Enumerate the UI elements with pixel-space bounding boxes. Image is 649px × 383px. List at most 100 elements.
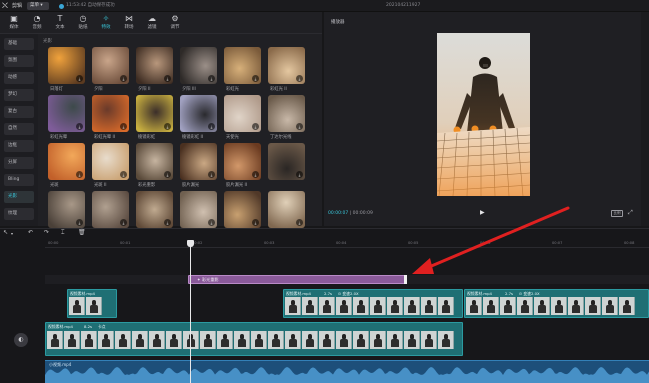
playhead-handle[interactable] — [187, 240, 194, 247]
effect-thumbnail[interactable]: ⤓ — [180, 191, 217, 228]
effect-thumbnail-label: 棱镜彩虹 — [138, 135, 156, 140]
playhead[interactable] — [190, 240, 191, 383]
effect-thumbnail[interactable]: ⤓ — [180, 47, 217, 84]
sidebar-item[interactable]: 基础 — [4, 38, 34, 50]
download-icon[interactable]: ⤓ — [296, 219, 303, 226]
effect-thumbnail[interactable]: ⤓ — [136, 191, 173, 228]
effect-thumbnail[interactable]: ⤓ — [136, 95, 173, 132]
sidebar-item[interactable]: 光影 — [4, 191, 34, 203]
download-icon[interactable]: ⤓ — [252, 219, 259, 226]
download-icon[interactable]: ⤓ — [76, 219, 83, 226]
effect-thumbnail[interactable]: ⤓ — [92, 47, 129, 84]
sidebar-item[interactable]: 氛围 — [4, 55, 34, 67]
effect-thumbnail[interactable]: ⤓ — [92, 191, 129, 228]
effect-thumbnail[interactable]: ⤓ — [268, 95, 305, 132]
download-icon[interactable]: ⤓ — [296, 123, 303, 130]
download-icon[interactable]: ⤓ — [164, 75, 171, 82]
download-icon[interactable]: ⤓ — [120, 123, 127, 130]
effect-thumbnail[interactable]: ⤓ — [92, 143, 129, 180]
effect-thumbnail[interactable]: ⤓ — [268, 47, 305, 84]
ruler-tick-label: 00:04 — [336, 241, 347, 245]
split-icon[interactable]: ⌶ — [61, 229, 65, 237]
grid-section-title: 光影 — [43, 39, 52, 44]
effect-thumbnail[interactable]: ⤓ — [136, 143, 173, 180]
effect-thumbnail[interactable]: ⤓ — [48, 47, 85, 84]
download-icon[interactable]: ⤓ — [120, 219, 127, 226]
select-tool-icon[interactable]: ↖ — [3, 229, 8, 236]
effect-thumbnail[interactable]: ⤓ — [136, 47, 173, 84]
tab-adjust[interactable]: ⚙ 调节 — [164, 14, 186, 30]
tab-transition[interactable]: ⋈ 转场 — [118, 14, 140, 30]
menu-button[interactable]: 菜单 ▾ — [27, 2, 49, 10]
clip-frame-thumbnail — [602, 297, 618, 315]
tab-audio[interactable]: ◔ 音频 — [26, 14, 48, 30]
effect-thumbnail[interactable]: ⤓ — [224, 191, 261, 228]
download-icon[interactable]: ⤓ — [252, 171, 259, 178]
sidebar-item[interactable]: 自然 — [4, 123, 34, 135]
clip-frame-thumbnail — [98, 331, 114, 349]
undo-icon[interactable]: ↶ — [28, 229, 33, 236]
overlay-clip-2[interactable]: 视频素材.mp4 2.7s ⊙ 变速2.0X — [283, 289, 463, 318]
effect-thumbnail[interactable]: ⤓ — [224, 143, 261, 180]
effect-thumbnail-label: 胶片漏光 — [182, 183, 200, 188]
fullscreen-icon[interactable]: ⤢ — [628, 209, 633, 217]
main-video-clip[interactable]: 视频素材.mp4 8.2s 卡点 — [45, 322, 463, 356]
effect-clip[interactable]: ✦ 彩光重影 — [188, 275, 407, 284]
cover-button[interactable]: ◐ — [14, 333, 28, 347]
save-status-icon — [59, 3, 64, 9]
overlay-clip-3[interactable]: 视频素材.mp4 2.7s ⊙ 变速2.0X — [464, 289, 649, 318]
effect-thumbnail[interactable]: ⤓ — [48, 191, 85, 228]
tab-filter[interactable]: ☁ 滤镜 — [141, 14, 163, 30]
effect-thumbnail[interactable]: ⤓ — [268, 143, 305, 180]
tab-text[interactable]: T 文本 — [49, 14, 71, 30]
clip-frame-thumbnail — [585, 297, 601, 315]
download-icon[interactable]: ⤓ — [208, 171, 215, 178]
clip-frame-thumbnail — [421, 331, 437, 349]
delete-icon[interactable]: 🗑 — [78, 229, 86, 236]
effect-thumbnail-label: 光斑 — [50, 183, 59, 188]
download-icon[interactable]: ⤓ — [252, 123, 259, 130]
download-icon[interactable]: ⤓ — [208, 75, 215, 82]
sidebar-item[interactable]: 动感 — [4, 72, 34, 84]
overlay-clip-1[interactable]: 视频素材.mp4 — [67, 289, 117, 318]
redo-icon[interactable]: ↷ — [44, 229, 49, 236]
effect-thumbnail[interactable]: ⤓ — [180, 143, 217, 180]
clip-frame-thumbnail — [466, 297, 482, 315]
audio-clip[interactable] — [45, 360, 649, 383]
download-icon[interactable]: ⤓ — [76, 75, 83, 82]
clip-frame-thumbnail — [336, 297, 352, 315]
tab-media[interactable]: ▣ 媒体 — [3, 14, 25, 30]
download-icon[interactable]: ⤓ — [296, 75, 303, 82]
select-dropdown-icon[interactable]: ▾ — [11, 231, 13, 236]
download-icon[interactable]: ⤓ — [120, 75, 127, 82]
sidebar-item[interactable]: 分屏 — [4, 157, 34, 169]
download-icon[interactable]: ⤓ — [208, 123, 215, 130]
sidebar-item[interactable]: Bling — [4, 174, 34, 186]
download-icon[interactable]: ⤓ — [296, 171, 303, 178]
effect-thumbnail[interactable]: ⤓ — [224, 95, 261, 132]
download-icon[interactable]: ⤓ — [252, 75, 259, 82]
clip-frame-thumbnail — [387, 297, 403, 315]
tab-effects[interactable]: ✧ 特效 — [95, 14, 117, 30]
download-icon[interactable]: ⤓ — [76, 171, 83, 178]
effect-thumbnail[interactable]: ⤓ — [92, 95, 129, 132]
download-icon[interactable]: ⤓ — [164, 123, 171, 130]
effect-thumbnail[interactable]: ⤓ — [268, 191, 305, 228]
effect-thumbnail[interactable]: ⤓ — [180, 95, 217, 132]
download-icon[interactable]: ⤓ — [164, 219, 171, 226]
download-icon[interactable]: ⤓ — [208, 219, 215, 226]
effect-thumbnail[interactable]: ⤓ — [224, 47, 261, 84]
sidebar-item[interactable]: 梦幻 — [4, 89, 34, 101]
clip-frame-thumbnail — [404, 297, 420, 315]
download-icon[interactable]: ⤓ — [164, 171, 171, 178]
ratio-button[interactable]: 比例 — [611, 210, 623, 217]
sidebar-item[interactable]: 复古 — [4, 106, 34, 118]
effect-thumbnail[interactable]: ⤓ — [48, 95, 85, 132]
sidebar-item[interactable]: 纹理 — [4, 208, 34, 220]
effects-category-sidebar: 基础氛围动感梦幻复古自然边框分屏 Bling 光影纹理 — [0, 34, 38, 226]
download-icon[interactable]: ⤓ — [120, 171, 127, 178]
effect-thumbnail[interactable]: ⤓ — [48, 143, 85, 180]
tab-sticker[interactable]: ◷ 贴纸 — [72, 14, 94, 30]
sidebar-item[interactable]: 边框 — [4, 140, 34, 152]
download-icon[interactable]: ⤓ — [76, 123, 83, 130]
